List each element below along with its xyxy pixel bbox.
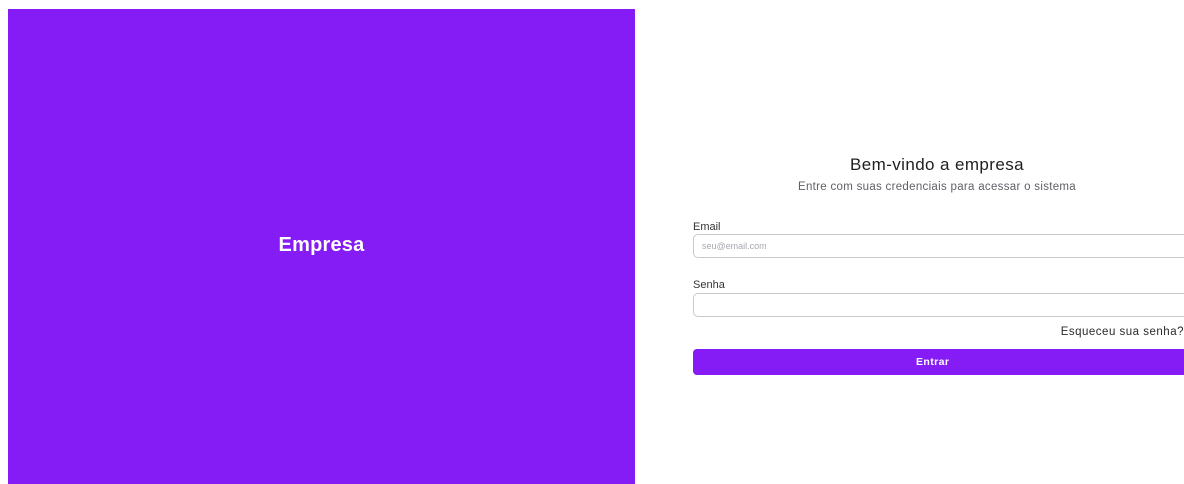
- welcome-subtitle: Entre com suas credenciais para acessar …: [797, 181, 1077, 193]
- login-button-label: Entrar: [916, 356, 950, 368]
- email-label: Email: [693, 221, 721, 233]
- login-button[interactable]: Entrar: [693, 349, 1184, 375]
- brand-panel: Empresa: [8, 9, 635, 484]
- password-label: Senha: [693, 279, 725, 291]
- login-form-panel: Bem-vindo a empresa Entre com suas crede…: [636, 9, 1184, 484]
- password-field[interactable]: [693, 293, 1184, 317]
- forgot-password-link[interactable]: Esqueceu sua senha?: [1061, 325, 1184, 339]
- login-page: Empresa Bem-vindo a empresa Entre com su…: [0, 0, 1184, 484]
- welcome-title: Bem-vindo a empresa: [850, 155, 1024, 174]
- email-field[interactable]: [693, 234, 1184, 258]
- brand-name: Empresa: [278, 234, 365, 256]
